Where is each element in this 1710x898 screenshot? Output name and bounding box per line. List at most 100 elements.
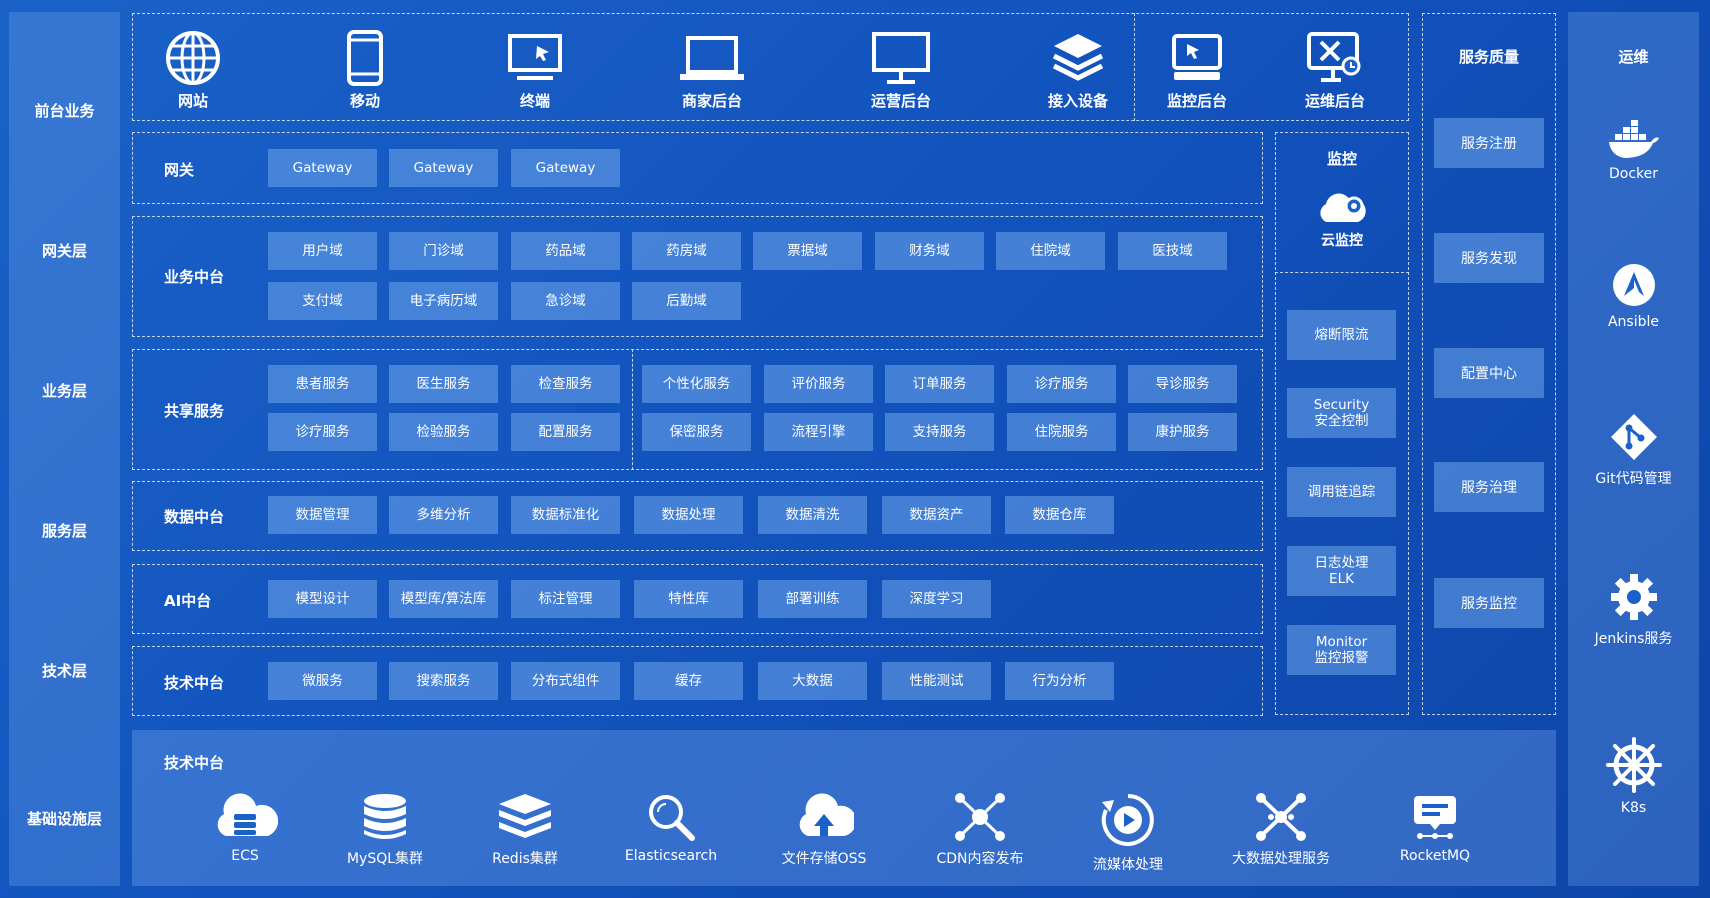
business-chip: 住院域 bbox=[996, 232, 1105, 270]
data-chip: 多维分析 bbox=[389, 496, 498, 534]
ansible-icon bbox=[1612, 264, 1655, 306]
business-chip: 支付域 bbox=[268, 282, 377, 320]
business-chip: 票据域 bbox=[753, 232, 862, 270]
shared-chip: 导诊服务 bbox=[1128, 365, 1237, 403]
data-chip: 数据处理 bbox=[634, 496, 743, 534]
tech-label: 技术中台 bbox=[164, 674, 225, 692]
infra-label: 技术中台 bbox=[164, 754, 225, 772]
ops-item-label: Git代码管理 bbox=[1595, 471, 1672, 487]
git-icon bbox=[1610, 414, 1657, 460]
shared-chip: 评价服务 bbox=[764, 365, 873, 403]
laptop-icon bbox=[680, 36, 744, 80]
infra-item-label: MySQL集群 bbox=[346, 851, 424, 867]
cloud-monitor-label: 云监控 bbox=[1321, 233, 1363, 249]
shared-chip: 诊疗服务 bbox=[268, 413, 377, 451]
data-chip: 数据标准化 bbox=[511, 496, 620, 534]
shared-chip: 诊疗服务 bbox=[1007, 365, 1116, 403]
business-chip: 用户域 bbox=[268, 232, 377, 270]
phone-icon bbox=[347, 30, 383, 86]
frontend-mobile: 移动 bbox=[305, 30, 425, 111]
frontend-website: 网站 bbox=[133, 30, 253, 111]
shared-label: 共享服务 bbox=[164, 402, 225, 420]
frontend-label: 运营后台 bbox=[870, 92, 931, 110]
gateway-chip: Gateway bbox=[389, 149, 498, 187]
cloud-monitor-icon bbox=[1320, 193, 1366, 222]
ops-item-label: Docker bbox=[1608, 166, 1659, 182]
tech-chip: 微服务 bbox=[268, 662, 377, 700]
monitor-cursor-icon bbox=[508, 34, 562, 80]
search-icon bbox=[649, 795, 695, 841]
tools-monitor-icon bbox=[1307, 32, 1361, 82]
shared-chip: 康护服务 bbox=[1128, 413, 1237, 451]
infra-rocketmq: RocketMQ bbox=[1365, 792, 1505, 864]
ops-item-label: K8s bbox=[1620, 800, 1647, 816]
shared-chip: 检查服务 bbox=[511, 365, 620, 403]
ops-git: Git代码管理 bbox=[1568, 412, 1699, 488]
business-chip: 医技域 bbox=[1118, 232, 1227, 270]
ops-title: 运维 bbox=[1618, 48, 1649, 66]
tech-chip: 行为分析 bbox=[1005, 662, 1114, 700]
ai-chip: 特性库 bbox=[634, 580, 743, 618]
shared-chip: 配置服务 bbox=[511, 413, 620, 451]
layer-service: 服务层 bbox=[41, 522, 87, 540]
monitor-item: Security 安全控制 bbox=[1287, 388, 1396, 438]
frontend-terminal: 终端 bbox=[475, 30, 595, 111]
monitor-item: 熔断限流 bbox=[1287, 310, 1396, 360]
data-chip: 数据清洗 bbox=[758, 496, 867, 534]
refresh-play-icon bbox=[1101, 794, 1154, 846]
business-label: 业务中台 bbox=[164, 268, 225, 286]
business-chip: 急诊域 bbox=[511, 282, 620, 320]
infra-mysql: MySQL集群 bbox=[315, 792, 455, 868]
layer-business: 业务层 bbox=[41, 382, 87, 400]
shared-chip: 检验服务 bbox=[389, 413, 498, 451]
shared-chip: 流程引擎 bbox=[764, 413, 873, 451]
shared-divider bbox=[632, 349, 633, 470]
frontend-label: 接入设备 bbox=[1047, 92, 1108, 110]
frontend-label: 监控后台 bbox=[1166, 92, 1227, 110]
network-hub-icon bbox=[955, 793, 1005, 841]
tech-chip: 性能测试 bbox=[882, 662, 991, 700]
quality-item: 服务发现 bbox=[1434, 233, 1544, 283]
frontend-monitor-admin: 监控后台 bbox=[1137, 30, 1257, 111]
frontend-label: 运维后台 bbox=[1304, 92, 1365, 110]
business-chip: 药房域 bbox=[632, 232, 741, 270]
gateway-label: 网关 bbox=[164, 161, 195, 179]
cloud-server-icon bbox=[217, 793, 278, 836]
layer-column: 前台业务 网关层 业务层 服务层 技术层 基础设施层 bbox=[9, 12, 120, 886]
frontend-device: 接入设备 bbox=[1018, 30, 1138, 111]
ops-docker: Docker bbox=[1568, 120, 1699, 182]
ai-chip: 标注管理 bbox=[511, 580, 620, 618]
frontend-label: 商家后台 bbox=[681, 92, 742, 110]
infra-cdn: CDN内容发布 bbox=[910, 792, 1050, 868]
data-chip: 数据管理 bbox=[268, 496, 377, 534]
infra-elasticsearch: Elasticsearch bbox=[601, 792, 741, 864]
business-chip: 财务域 bbox=[875, 232, 984, 270]
frontend-label: 终端 bbox=[519, 92, 550, 110]
ops-k8s: K8s bbox=[1568, 736, 1699, 816]
frontend-operations: 运营后台 bbox=[841, 30, 961, 111]
message-queue-icon bbox=[1414, 796, 1456, 839]
layers-icon bbox=[1052, 34, 1104, 81]
quality-item: 配置中心 bbox=[1434, 348, 1544, 398]
infra-item-label: RocketMQ bbox=[1399, 848, 1471, 864]
monitor-item: Monitor 监控报警 bbox=[1287, 625, 1396, 675]
quality-item: 服务监控 bbox=[1434, 578, 1544, 628]
shared-chip: 住院服务 bbox=[1007, 413, 1116, 451]
business-chip: 后勤域 bbox=[632, 282, 741, 320]
ops-item-label: Ansible bbox=[1607, 314, 1660, 330]
data-chip: 数据资产 bbox=[882, 496, 991, 534]
frontend-merchant: 商家后台 bbox=[652, 30, 772, 111]
infra-bigdata: 大数据处理服务 bbox=[1211, 792, 1351, 868]
shared-chip: 医生服务 bbox=[389, 365, 498, 403]
shared-chip: 保密服务 bbox=[642, 413, 751, 451]
infra-item-label: CDN内容发布 bbox=[936, 851, 1024, 867]
infra-ecs: ECS bbox=[175, 792, 315, 864]
network-cross-icon bbox=[1256, 793, 1306, 841]
infra-item-label: 流媒体处理 bbox=[1093, 857, 1163, 873]
infra-item-label: Elasticsearch bbox=[624, 848, 718, 864]
infra-item-label: 大数据处理服务 bbox=[1232, 851, 1330, 867]
cloud-upload-icon bbox=[799, 793, 854, 836]
docker-whale-icon bbox=[1608, 120, 1659, 158]
monitor-screen-icon bbox=[1172, 34, 1222, 80]
ai-chip: 模型库/算法库 bbox=[389, 580, 498, 618]
